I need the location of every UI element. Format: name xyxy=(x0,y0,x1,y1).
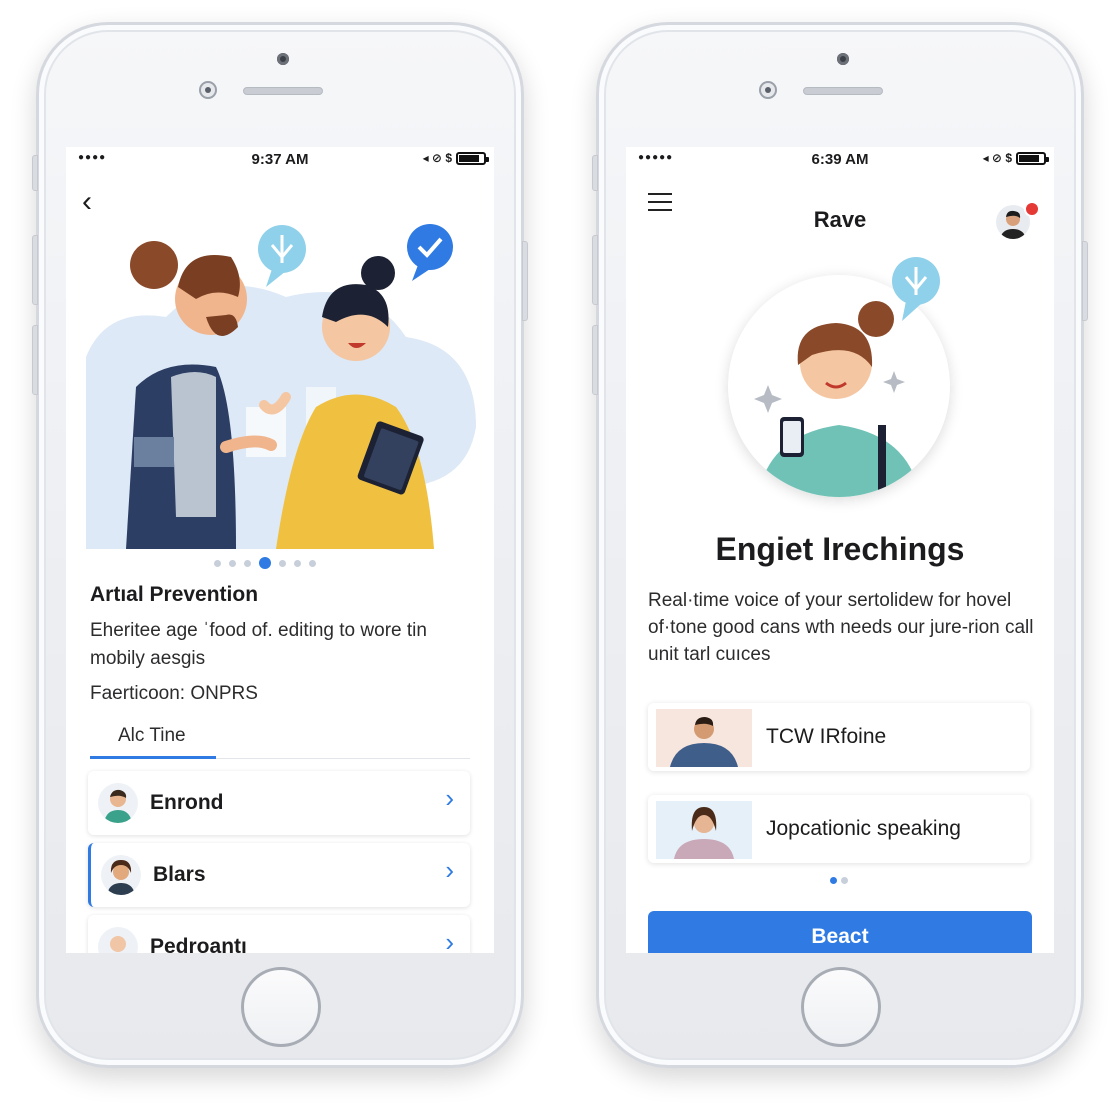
article-meta: Faerticoon: ONPRS xyxy=(90,683,258,704)
list-item-pedroanti[interactable]: Pedroantı › xyxy=(88,915,470,953)
feature-label: Jopcationic speaking xyxy=(766,817,961,840)
feature-thumbnail xyxy=(656,709,752,767)
proximity-sensor xyxy=(277,53,289,65)
chevron-right-icon: › xyxy=(445,783,454,813)
avatar xyxy=(98,783,138,823)
article-body: Eheritee age ˈfood of. editing to wore t… xyxy=(90,620,427,669)
volume-down-button xyxy=(32,325,38,395)
home-button[interactable] xyxy=(801,967,881,1047)
speech-bubble-icon xyxy=(892,257,940,321)
pager-dot-active[interactable] xyxy=(830,877,837,884)
power-button xyxy=(522,241,528,321)
avatar xyxy=(101,855,141,895)
list-item-label: Pedroantı xyxy=(150,935,247,953)
carousel-dot-active[interactable] xyxy=(259,557,271,569)
volume-up-button xyxy=(592,235,598,305)
feature-card-speaking[interactable]: Jopcationic speaking xyxy=(648,795,1030,863)
carousel-dot[interactable] xyxy=(309,559,316,567)
earpiece xyxy=(803,87,883,95)
pager-dot[interactable] xyxy=(841,877,848,884)
carousel-dot[interactable] xyxy=(244,559,251,567)
carousel-dot[interactable] xyxy=(279,559,286,567)
screen-right: ●●●●● 6:39 AM ◂ ⊘ $ Rave Engiet Ireching… xyxy=(626,147,1054,953)
phone-right: ●●●●● 6:39 AM ◂ ⊘ $ Rave Engiet Ireching… xyxy=(592,22,1088,1068)
carousel-dot[interactable] xyxy=(229,559,236,567)
tab-bar: Alc Tine xyxy=(90,721,470,759)
status-icons: ◂ ⊘ $ xyxy=(422,151,489,165)
avatar xyxy=(98,927,138,953)
mute-switch xyxy=(592,155,598,191)
hero-illustration xyxy=(86,224,476,549)
chevron-right-icon: › xyxy=(445,927,454,953)
page-title: Engiet Irechings xyxy=(715,531,965,567)
carousel-dot[interactable] xyxy=(294,559,301,567)
notification-badge xyxy=(1024,201,1040,217)
list-item-label: Enrond xyxy=(150,791,224,814)
status-bar: ●●●● 9:37 AM ◂ ⊘ $ xyxy=(66,147,494,171)
mute-switch xyxy=(32,155,38,191)
proximity-sensor xyxy=(837,53,849,65)
screen-left: ●●●● 9:37 AM ◂ ⊘ $ ‹ Artıal Prevention E… xyxy=(66,147,494,953)
primary-action-button[interactable]: Beact xyxy=(648,911,1032,953)
chevron-right-icon: › xyxy=(445,855,454,885)
front-camera xyxy=(759,81,777,99)
status-glyphs: ◂ ⊘ $ xyxy=(422,151,452,165)
battery-icon xyxy=(1016,151,1049,165)
list-item-blars[interactable]: Blars › xyxy=(88,843,470,907)
status-bar: ●●●●● 6:39 AM ◂ ⊘ $ xyxy=(626,147,1054,171)
article-title: Artıal Prevention xyxy=(90,583,259,606)
app-title: Rave xyxy=(813,207,867,232)
page-description: Real·time voice of your sertolidew for h… xyxy=(648,590,1034,665)
list-item-enrond[interactable]: Enrond › xyxy=(88,771,470,835)
phone-left: ●●●● 9:37 AM ◂ ⊘ $ ‹ Artıal Prevention E… xyxy=(32,22,528,1068)
status-glyphs: ◂ ⊘ $ xyxy=(982,151,1012,165)
carousel-dot[interactable] xyxy=(214,559,221,567)
front-camera xyxy=(199,81,217,99)
profile-avatar[interactable] xyxy=(996,201,1040,239)
volume-down-button xyxy=(592,325,598,395)
status-icons: ◂ ⊘ $ xyxy=(982,151,1049,165)
feature-thumbnail xyxy=(656,801,752,859)
pager-indicator xyxy=(830,877,848,884)
list-item-label: Blars xyxy=(153,863,206,886)
battery-icon xyxy=(456,151,489,165)
home-button[interactable] xyxy=(241,967,321,1047)
power-button xyxy=(1082,241,1088,321)
tab-alc-tine[interactable]: Alc Tine xyxy=(90,721,216,759)
carousel-indicator xyxy=(214,557,316,569)
back-button[interactable]: ‹ xyxy=(82,187,92,217)
feature-label: TCW IRfoine xyxy=(766,725,887,748)
feature-card-tcw[interactable]: TCW IRfoine xyxy=(648,703,1030,771)
volume-up-button xyxy=(32,235,38,305)
earpiece xyxy=(243,87,323,95)
